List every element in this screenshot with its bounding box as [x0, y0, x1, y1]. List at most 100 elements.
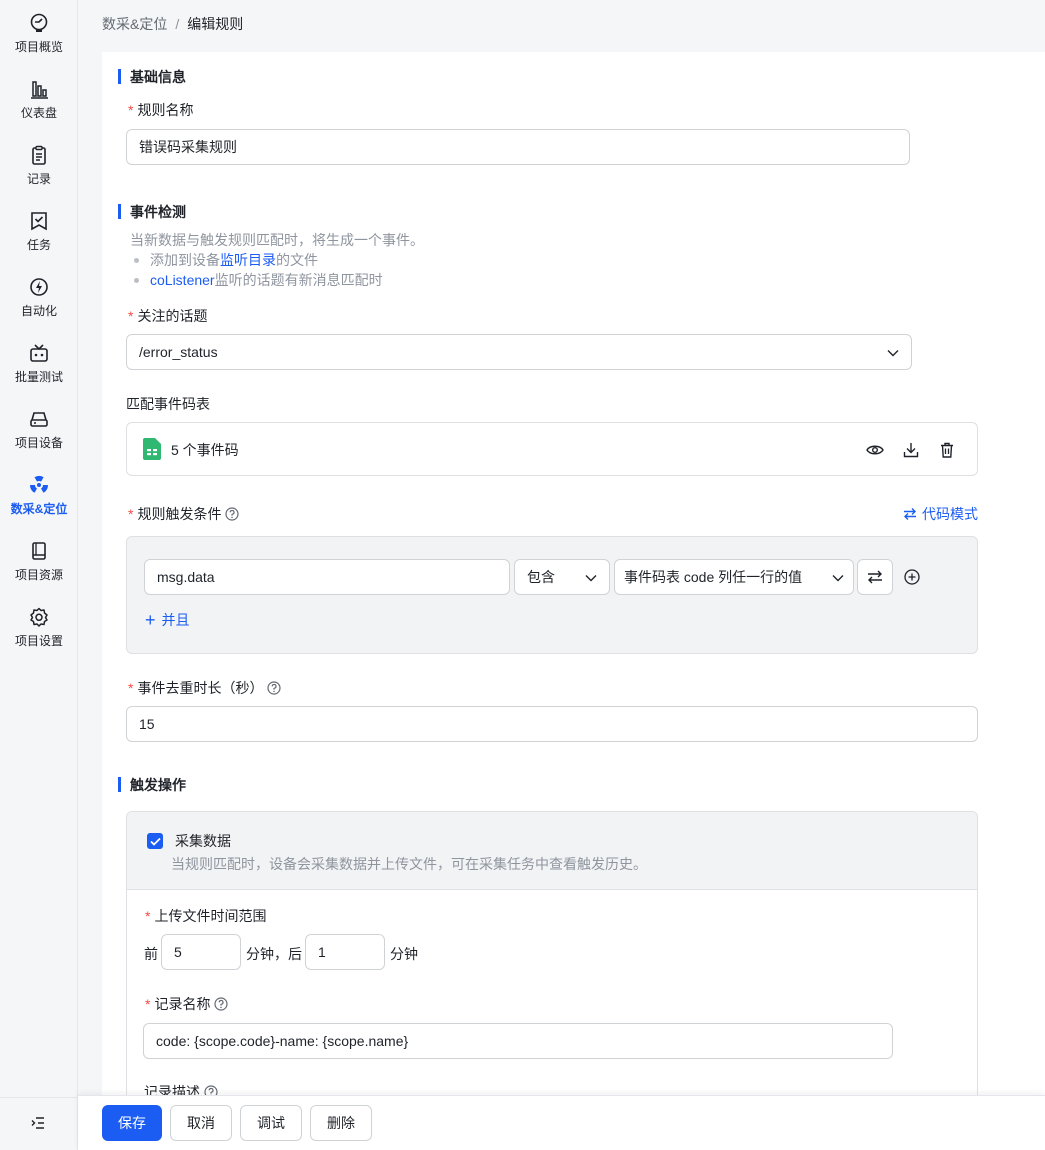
nav-label: 数采&定位 — [10, 502, 68, 516]
code-table-file-name: 5 个事件码 — [171, 442, 239, 458]
gear-icon — [28, 606, 50, 628]
time-range-label: * 上传文件时间范围 — [145, 906, 266, 926]
and-label: 并且 — [161, 612, 190, 628]
before-minutes-input[interactable]: 5 — [161, 934, 241, 970]
nav-label: 项目设置 — [14, 634, 63, 648]
colistener-link[interactable]: coListener — [150, 272, 215, 288]
topic-select[interactable]: /error_status — [126, 334, 912, 370]
swap-arrows-icon — [868, 570, 882, 584]
nav-item-automation[interactable]: 自动化 — [0, 276, 78, 336]
plus-icon: + — [145, 610, 156, 630]
nav-label: 记录 — [26, 172, 51, 186]
nav-label: 任务 — [26, 238, 51, 252]
bullet-dot — [134, 278, 139, 283]
breadcrumb-separator: / — [175, 16, 180, 32]
nav-item-resources[interactable]: 项目资源 — [0, 540, 78, 600]
bullet2-suffix: 监听的话题有新消息匹配时 — [214, 272, 383, 288]
add-and-condition-button[interactable]: + 并且 — [145, 610, 190, 630]
condition-field-value: msg.data — [157, 569, 215, 585]
trigger-label-text: 规则触发条件 — [137, 506, 222, 522]
collect-data-title: 采集数据 — [175, 833, 231, 849]
condition-value-select[interactable]: 事件码表 code 列任一行的值 — [614, 559, 854, 595]
check-icon — [149, 837, 161, 846]
required-mark: * — [128, 102, 134, 118]
nav-label: 项目设备 — [14, 436, 63, 450]
swap-button[interactable] — [857, 559, 893, 595]
code-table-label: 匹配事件码表 — [126, 396, 210, 412]
code-mode-toggle[interactable]: 代码模式 — [903, 504, 978, 524]
bullet1-suffix: 的文件 — [276, 252, 318, 268]
record-name-input[interactable]: code: {scope.code}-name: {scope.name} — [143, 1023, 893, 1059]
cancel-button[interactable]: 取消 — [170, 1105, 232, 1141]
event-description: 当新数据与触发规则匹配时，将生成一个事件。 — [130, 232, 424, 248]
record-name-label: * 记录名称 — [145, 994, 229, 1014]
sidebar: 项目概览 仪表盘 记录 任务 自动化 批量测试 项目设备 数采&定位 项目资源 … — [0, 0, 78, 1150]
delete-button[interactable]: 删除 — [310, 1105, 372, 1141]
bar-chart-icon — [28, 78, 50, 100]
rule-name-value: 错误码采集规则 — [139, 139, 237, 155]
nav-item-tasks[interactable]: 任务 — [0, 210, 78, 270]
required-mark: * — [128, 680, 134, 696]
trash-icon[interactable] — [937, 440, 957, 460]
nav-label: 项目概览 — [14, 40, 63, 54]
breadcrumb-parent[interactable]: 数采&定位 — [102, 14, 167, 34]
condition-field-input[interactable]: msg.data — [144, 559, 510, 595]
nav-item-records[interactable]: 记录 — [0, 144, 78, 204]
collect-data-checkbox[interactable] — [147, 833, 163, 849]
bullet-text: 添加到设备监听目录的文件 — [150, 250, 318, 270]
collect-data-header: 采集数据 当规则匹配时，设备会采集数据并上传文件，可在采集任务中查看触发历史。 — [127, 812, 977, 890]
save-button[interactable]: 保存 — [102, 1105, 162, 1141]
rule-name-input[interactable]: 错误码采集规则 — [126, 129, 910, 165]
bullet1-prefix: 添加到设备 — [150, 252, 220, 268]
after-suffix: 分钟 — [390, 946, 418, 962]
nav-item-devices[interactable]: 项目设备 — [0, 408, 78, 468]
collapse-sidebar-icon[interactable] — [28, 1113, 48, 1133]
dedup-duration-input[interactable]: 15 — [126, 706, 978, 742]
radiation-icon — [28, 474, 50, 496]
eye-icon[interactable] — [865, 440, 885, 460]
help-circle-icon[interactable] — [267, 681, 282, 695]
trigger-condition-label: * 规则触发条件 — [128, 504, 240, 524]
after-prefix: 分钟，后 — [246, 946, 302, 962]
topic-value: /error_status — [139, 344, 218, 360]
debug-button[interactable]: 调试 — [240, 1105, 302, 1141]
condition-value-text: 事件码表 code 列任一行的值 — [624, 569, 803, 585]
nav-item-settings[interactable]: 项目设置 — [0, 606, 78, 666]
section-title-action: 触发操作 — [118, 776, 186, 794]
section-title-basic: 基础信息 — [118, 68, 186, 86]
dedup-value: 15 — [139, 716, 155, 732]
section-title-event: 事件检测 — [118, 203, 186, 221]
add-circle-icon[interactable] — [902, 567, 922, 587]
download-icon[interactable] — [901, 440, 921, 460]
after-minutes-input[interactable]: 1 — [305, 934, 385, 970]
switch-arrows-icon — [904, 508, 916, 520]
chevron-down-icon — [887, 344, 899, 360]
topic-label: * 关注的话题 — [128, 306, 207, 326]
collect-data-card: 采集数据 当规则匹配时，设备会采集数据并上传文件，可在采集任务中查看触发历史。 … — [126, 811, 978, 1098]
condition-operator-select[interactable]: 包含 — [514, 559, 610, 595]
time-range-label-text: 上传文件时间范围 — [154, 908, 267, 924]
nav-item-overview[interactable]: 项目概览 — [0, 12, 78, 72]
nav-item-data-collection[interactable]: 数采&定位 — [0, 474, 78, 534]
help-circle-icon[interactable] — [225, 507, 240, 521]
breadcrumb: 数采&定位 / 编辑规则 — [102, 14, 243, 34]
dedup-duration-label: * 事件去重时长（秒） — [128, 678, 282, 698]
book-icon — [28, 540, 50, 562]
nav-label: 项目资源 — [14, 568, 63, 582]
help-circle-icon[interactable] — [214, 997, 229, 1011]
rule-edit-panel: 基础信息 * 规则名称 错误码采集规则 事件检测 当新数据与触发规则匹配时，将生… — [102, 52, 1045, 1098]
watch-directory-link[interactable]: 监听目录 — [220, 252, 276, 268]
task-checklist-icon — [28, 210, 50, 232]
required-mark: * — [145, 908, 151, 924]
code-table-file-box: 5 个事件码 — [126, 422, 978, 476]
before-label: 前 — [144, 946, 158, 962]
before-value: 5 — [174, 944, 182, 960]
nav-item-dashboard[interactable]: 仪表盘 — [0, 78, 78, 138]
record-name-value: code: {scope.code}-name: {scope.name} — [156, 1033, 409, 1049]
device-drive-icon — [28, 408, 50, 430]
condition-operator-value: 包含 — [527, 569, 555, 585]
bullet-dot — [134, 258, 139, 263]
nav-item-batch-test[interactable]: 批量测试 — [0, 342, 78, 402]
required-mark: * — [128, 506, 134, 522]
record-name-label-text: 记录名称 — [154, 996, 211, 1012]
